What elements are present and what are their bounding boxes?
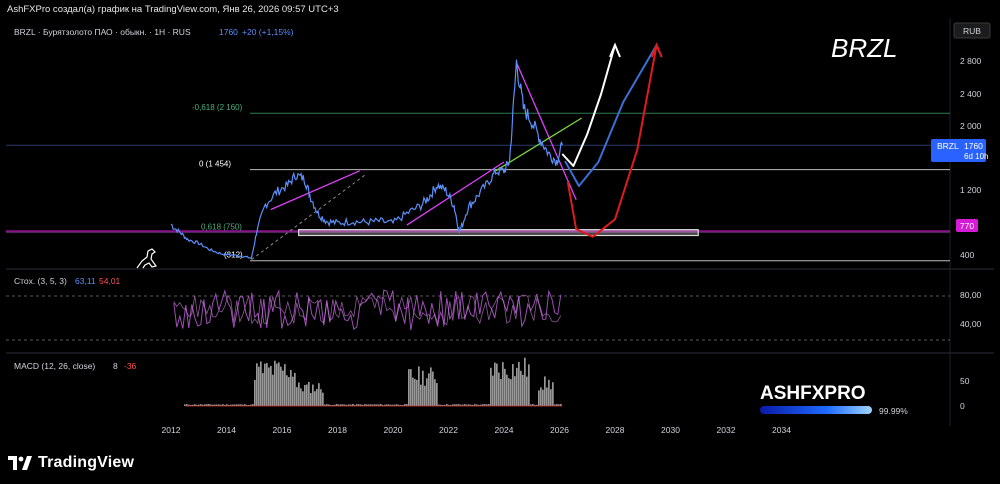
legend-last: 1760 bbox=[219, 27, 238, 37]
macd-v1: 8 bbox=[113, 361, 118, 371]
projection-arrowhead-white bbox=[609, 42, 621, 58]
publish-header: AshFXPro создал(а) график на TradingView… bbox=[0, 0, 1000, 18]
macd-tick-0: 0 bbox=[960, 401, 965, 411]
price-tag-countdown: 6d 10h bbox=[964, 152, 988, 161]
time-tick-11: 2034 bbox=[772, 425, 791, 435]
time-tick-2: 2016 bbox=[273, 425, 292, 435]
price-tick-6: 400 bbox=[960, 250, 974, 260]
time-tick-7: 2026 bbox=[550, 425, 569, 435]
currency-label: RUB bbox=[963, 26, 981, 36]
projection-red bbox=[566, 44, 658, 238]
level-770-label: 770 bbox=[960, 221, 974, 231]
brand-meter-value: 99.99% bbox=[879, 406, 908, 416]
price-tick-1: 2 400 bbox=[960, 89, 982, 99]
tradingview-logo[interactable]: TradingView bbox=[8, 454, 134, 472]
time-tick-0: 2012 bbox=[162, 425, 181, 435]
brand-name: ASHFXPRO bbox=[760, 383, 866, 404]
macd-tick-50: 50 bbox=[960, 376, 970, 386]
time-tick-9: 2030 bbox=[661, 425, 680, 435]
fib-label-1: 0 (1 454) bbox=[199, 160, 231, 169]
stoch-k: 63,11 bbox=[75, 276, 96, 286]
legend-symbol: BRZL · Бурятзолото ПАО · обыкн. · 1H · R… bbox=[14, 27, 191, 37]
footer-bar: TradingView bbox=[0, 448, 1000, 484]
time-tick-1: 2014 bbox=[217, 425, 236, 435]
dino-outline bbox=[136, 248, 158, 269]
support-zone-group[interactable] bbox=[298, 229, 699, 237]
dino-doodle bbox=[136, 248, 158, 269]
time-tick-6: 2024 bbox=[495, 425, 514, 435]
fib-levels[interactable]: -0,618 (2 160)0 (1 454)0,618 (750)(312) bbox=[6, 103, 950, 262]
projection-arrows[interactable] bbox=[561, 42, 663, 238]
chart-svg[interactable]: BRZL · Бурятзолото ПАО · обыкн. · 1H · R… bbox=[6, 18, 994, 444]
stoch-tick-40: 40,00 bbox=[960, 319, 982, 329]
support-zone-rect bbox=[298, 229, 699, 237]
price-tick-4: 1 200 bbox=[960, 185, 982, 195]
macd-label: MACD (12, 26, close) bbox=[14, 361, 95, 371]
price-tag-value: 1760 bbox=[964, 141, 983, 151]
last-price-tag: BRZL 1760 6d 10h bbox=[931, 139, 988, 162]
stoch-tick-80: 80,00 bbox=[960, 290, 982, 300]
macd-series bbox=[184, 357, 563, 407]
tradingview-logo-text: TradingView bbox=[38, 454, 135, 471]
legend-change: +20 (+1,15%) bbox=[242, 27, 294, 37]
time-tick-5: 2022 bbox=[439, 425, 458, 435]
fib-label-2: 0,618 (750) bbox=[201, 222, 242, 231]
projection-arrowhead-red bbox=[650, 42, 663, 58]
fib-label-0: -0,618 (2 160) bbox=[192, 103, 243, 112]
price-tick-0: 2 800 bbox=[960, 56, 982, 66]
symbol-watermark: BRZL bbox=[831, 33, 897, 63]
macd-v2: -36 bbox=[124, 361, 137, 371]
time-axis[interactable]: 2012 2014 2016 2018 2020 2022 2024 2026 2028 2030… bbox=[162, 425, 792, 435]
chart-frame[interactable]: BRZL · Бурятзолото ПАО · обыкн. · 1H · R… bbox=[6, 18, 994, 444]
tradingview-logo-icon bbox=[8, 456, 32, 470]
time-tick-3: 2018 bbox=[328, 425, 347, 435]
publish-line: AshFXPro создал(а) график на TradingView… bbox=[7, 4, 339, 15]
price-tag-label: BRZL bbox=[937, 141, 959, 151]
price-tick-2: 2 000 bbox=[960, 121, 982, 131]
time-tick-8: 2028 bbox=[606, 425, 625, 435]
brand-meter-bar bbox=[760, 406, 872, 414]
stoch-label: Стох. (3, 5, 3) bbox=[14, 276, 67, 286]
trendline-falling bbox=[515, 62, 577, 201]
time-tick-4: 2020 bbox=[384, 425, 403, 435]
projection-white bbox=[561, 44, 616, 167]
stoch-d: 54,01 bbox=[99, 276, 121, 286]
time-tick-10: 2032 bbox=[717, 425, 736, 435]
